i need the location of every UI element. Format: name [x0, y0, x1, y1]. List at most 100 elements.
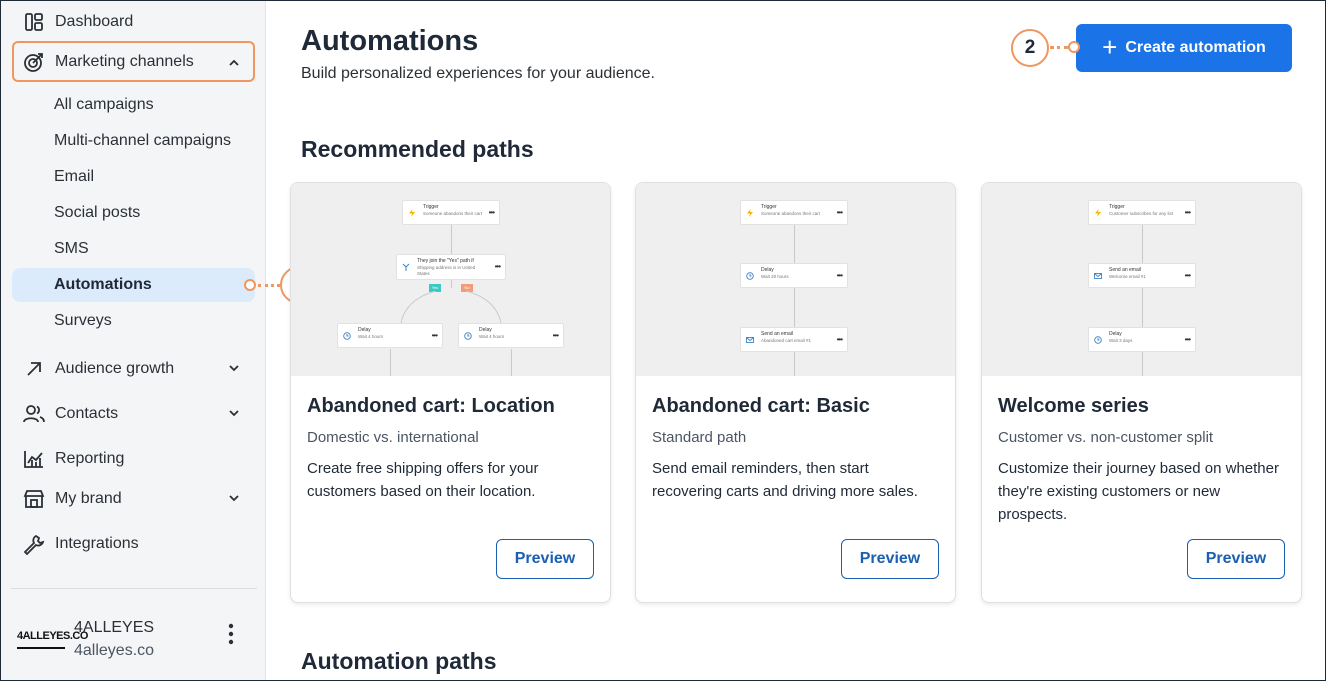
store-icon	[23, 488, 45, 510]
nav-reporting[interactable]: Reporting	[12, 442, 255, 476]
sidebar-item-multi-channel[interactable]: Multi-channel campaigns	[12, 125, 255, 157]
nav-my-brand[interactable]: My brand	[12, 482, 255, 516]
split-icon	[402, 263, 410, 271]
sidebar-item-email[interactable]: Email	[12, 161, 255, 193]
flow-preview: Trigger Customer subscribes for any list…	[982, 183, 1301, 376]
nav-dashboard[interactable]: Dashboard	[12, 5, 255, 39]
marketing-channels-highlight	[12, 41, 255, 82]
more-icon: •••	[552, 331, 559, 340]
card-welcome-series[interactable]: Trigger Customer subscribes for any list…	[981, 182, 1302, 603]
sidebar-item-social-posts[interactable]: Social posts	[12, 197, 255, 229]
card-tag: Standard path	[652, 429, 747, 446]
card-abandoned-cart-location[interactable]: Trigger Someone abandons their cart ••• …	[290, 182, 611, 603]
more-icon: •••	[836, 271, 843, 280]
lightning-icon	[1095, 209, 1101, 217]
nav-dashboard-label: Dashboard	[55, 13, 134, 30]
flow-node-email: Send an email Abandoned cart email #1 ••…	[740, 327, 848, 352]
flow-node-trigger: Trigger Someone abandons their cart •••	[402, 200, 500, 225]
dashboard-icon	[23, 11, 45, 33]
callout-2-dot	[1068, 41, 1080, 53]
mail-icon	[746, 337, 754, 343]
sidebar: Dashboard Marketing channels All campaig…	[1, 1, 266, 680]
account-url: 4alleyes.co	[74, 642, 155, 659]
more-icon: •••	[431, 331, 438, 340]
sidebar-item-label: Surveys	[54, 312, 112, 329]
nav-audience-growth[interactable]: Audience growth	[12, 352, 255, 386]
more-vertical-icon[interactable]	[223, 621, 239, 647]
preview-button[interactable]: Preview	[841, 539, 939, 579]
nav-contacts[interactable]: Contacts	[12, 397, 255, 431]
card-abandoned-cart-basic[interactable]: Trigger Someone abandons their cart ••• …	[635, 182, 956, 603]
plus-icon: +	[1102, 31, 1118, 62]
wrench-icon	[23, 533, 45, 555]
clock-icon	[1094, 336, 1102, 344]
arrow-up-right-icon	[23, 358, 45, 380]
page-title: Automations	[301, 25, 479, 57]
sidebar-item-surveys[interactable]: Surveys	[12, 305, 255, 337]
callout-1-dot	[244, 279, 256, 291]
sidebar-item-sms[interactable]: SMS	[12, 233, 255, 265]
more-icon: •••	[488, 208, 495, 217]
flow-preview: Trigger Someone abandons their cart ••• …	[636, 183, 955, 376]
clock-icon	[746, 272, 754, 280]
sidebar-item-all-campaigns[interactable]: All campaigns	[12, 89, 255, 121]
more-icon: •••	[1184, 335, 1191, 344]
more-icon: •••	[836, 335, 843, 344]
card-tag: Customer vs. non-customer split	[998, 429, 1214, 446]
flow-connector	[1142, 288, 1143, 327]
app-window: Dashboard Marketing channels All campaig…	[0, 0, 1326, 681]
nav-contacts-label: Contacts	[55, 405, 119, 422]
more-icon: •••	[1184, 271, 1191, 280]
card-description: Send email reminders, then start recover…	[652, 460, 918, 500]
flow-node-trigger: Trigger Customer subscribes for any list…	[1088, 200, 1196, 225]
users-icon	[23, 403, 45, 425]
page-subtitle: Build personalized experiences for your …	[301, 65, 655, 82]
card-tag: Domestic vs. international	[307, 429, 479, 446]
main-content: Automations Build personalized experienc…	[267, 1, 1325, 680]
sidebar-item-automations[interactable]: Automations	[12, 268, 255, 302]
callout-2-line	[1050, 46, 1068, 49]
nav-integrations[interactable]: Integrations	[12, 527, 255, 561]
flow-node-delay: Delay Wait 20 hours •••	[740, 263, 848, 288]
brand-logo: 4ALLEYES.CO	[17, 625, 88, 649]
clock-icon	[343, 332, 351, 340]
sidebar-item-label: Email	[54, 168, 95, 185]
sidebar-item-label: Multi-channel campaigns	[54, 132, 231, 149]
lightning-icon	[747, 209, 753, 217]
mail-icon	[1094, 273, 1102, 279]
flow-preview: Trigger Someone abandons their cart ••• …	[291, 183, 610, 376]
more-icon: •••	[1184, 208, 1191, 217]
sidebar-item-label: SMS	[54, 240, 89, 257]
flow-connector	[794, 352, 795, 376]
sidebar-item-label: Social posts	[54, 204, 141, 221]
section-automation-paths: Automation paths	[301, 648, 497, 674]
chevron-down-icon	[229, 410, 239, 417]
flow-node-condition: They join the "Yes" path if Shipping add…	[396, 254, 506, 280]
card-description: Customize their journey based on whether…	[998, 460, 1279, 523]
create-automation-button[interactable]: + Create automation	[1076, 24, 1292, 72]
sidebar-item-label: Automations	[54, 276, 152, 293]
card-description: Create free shipping offers for your cus…	[307, 460, 539, 500]
preview-button[interactable]: Preview	[1187, 539, 1285, 579]
flow-connector	[1142, 225, 1143, 263]
chevron-down-icon	[229, 365, 239, 372]
lightning-icon	[409, 209, 415, 217]
callout-2: 2	[1011, 29, 1049, 67]
flow-branch-lines	[400, 291, 502, 323]
section-recommended-paths: Recommended paths	[301, 136, 534, 162]
sidebar-divider	[11, 588, 257, 589]
more-icon: •••	[836, 208, 843, 217]
nav-my-brand-label: My brand	[55, 490, 122, 507]
card-title: Abandoned cart: Location	[307, 395, 555, 417]
flow-node-email: Send an email Welcome email #1 •••	[1088, 263, 1196, 288]
preview-button[interactable]: Preview	[496, 539, 594, 579]
flow-connector	[511, 349, 512, 376]
flow-connector	[794, 288, 795, 327]
account-switcher[interactable]: 4ALLEYES.CO 4ALLEYES 4alleyes.co	[17, 613, 257, 663]
clock-icon	[464, 332, 472, 340]
flow-node-trigger: Trigger Someone abandons their cart •••	[740, 200, 848, 225]
card-title: Welcome series	[998, 395, 1149, 417]
more-icon: •••	[494, 262, 501, 271]
flow-connector	[390, 349, 391, 376]
chart-icon	[23, 448, 45, 470]
